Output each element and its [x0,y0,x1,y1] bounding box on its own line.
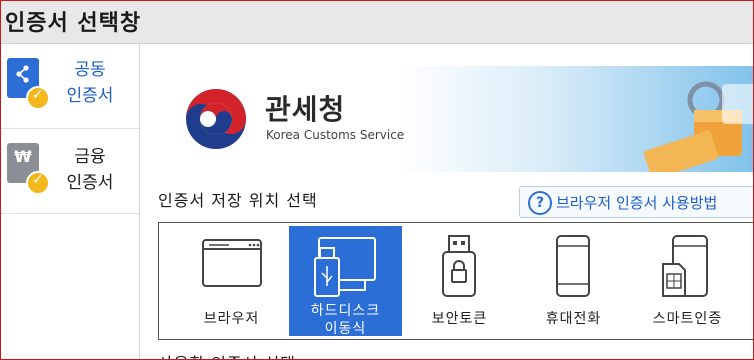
storage-option-mobile-phone[interactable]: 휴대전화 [517,226,630,336]
certificate-list-title: 사용할 인증서 선택 [158,350,296,359]
window-title: 인증서 선택창 [5,11,142,36]
storage-option-label: 하드디스크 [310,303,381,319]
security-token-icon [442,235,476,297]
korea-government-logo [186,89,246,149]
organization-banner: 관세청 Korea Customs Service [158,66,753,172]
browser-window-icon [202,239,262,287]
storage-option-browser[interactable]: 브라우저 [175,226,288,336]
organization-name: 관세청 [265,93,346,126]
browser-certificate-help-button[interactable]: ? 브라우저 인증서 사용방법 [519,186,753,218]
hard-disk-usb-icon [314,237,376,297]
storage-option-smart-auth[interactable]: 스마트인증 [631,226,744,336]
sidebar-item-joint-certificate[interactable]: ✓ 공동 인증서 [1,44,139,129]
share-icon: ✓ [7,58,50,110]
sidebar-item-financial-certificate[interactable]: ₩ ✓ 금융 인증서 [1,129,139,214]
storage-location-title: 인증서 저장 위치 선택 [158,191,318,210]
main-panel: 관세청 Korea Customs Service 인증서 저장 위치 선택 ?… [140,44,753,359]
storage-option-label: 브라우저 [203,311,260,327]
title-bar: 인증서 선택창 [1,1,753,44]
question-icon: ? [528,191,552,215]
storage-option-label: 휴대전화 [545,311,602,327]
sidebar-item-label: 인증서 [66,173,114,193]
help-button-label: 브라우저 인증서 사용방법 [556,194,718,212]
won-icon: ₩ ✓ [7,143,50,195]
storage-option-security-token[interactable]: 보안토큰 [403,226,516,336]
smart-card-phone-icon [662,235,708,297]
storage-option-label: 스마트인증 [652,311,723,327]
padlock-illustration [643,81,753,172]
mobile-phone-icon [556,235,590,297]
certificate-type-sidebar: ✓ 공동 인증서 ₩ ✓ 금융 인증서 [1,44,140,359]
sidebar-item-label: 금융 [74,147,106,167]
certificate-select-window: 인증서 선택창 ✓ 공동 인증서 ₩ ✓ 금융 인증서 관세청 Korea Cu… [0,0,754,360]
storage-option-label: 보안토큰 [431,311,488,327]
storage-option-label-line2: 이동식 [324,321,367,337]
organization-name-english: Korea Customs Service [266,128,405,142]
storage-options: 브라우저 하드디스크 이동식 보안토큰 휴대전화 스마트인증 [158,222,753,340]
storage-option-hard-disk[interactable]: 하드디스크 이동식 [289,226,402,337]
sidebar-item-label: 공동 [74,60,106,80]
sidebar-item-label: 인증서 [66,86,114,106]
